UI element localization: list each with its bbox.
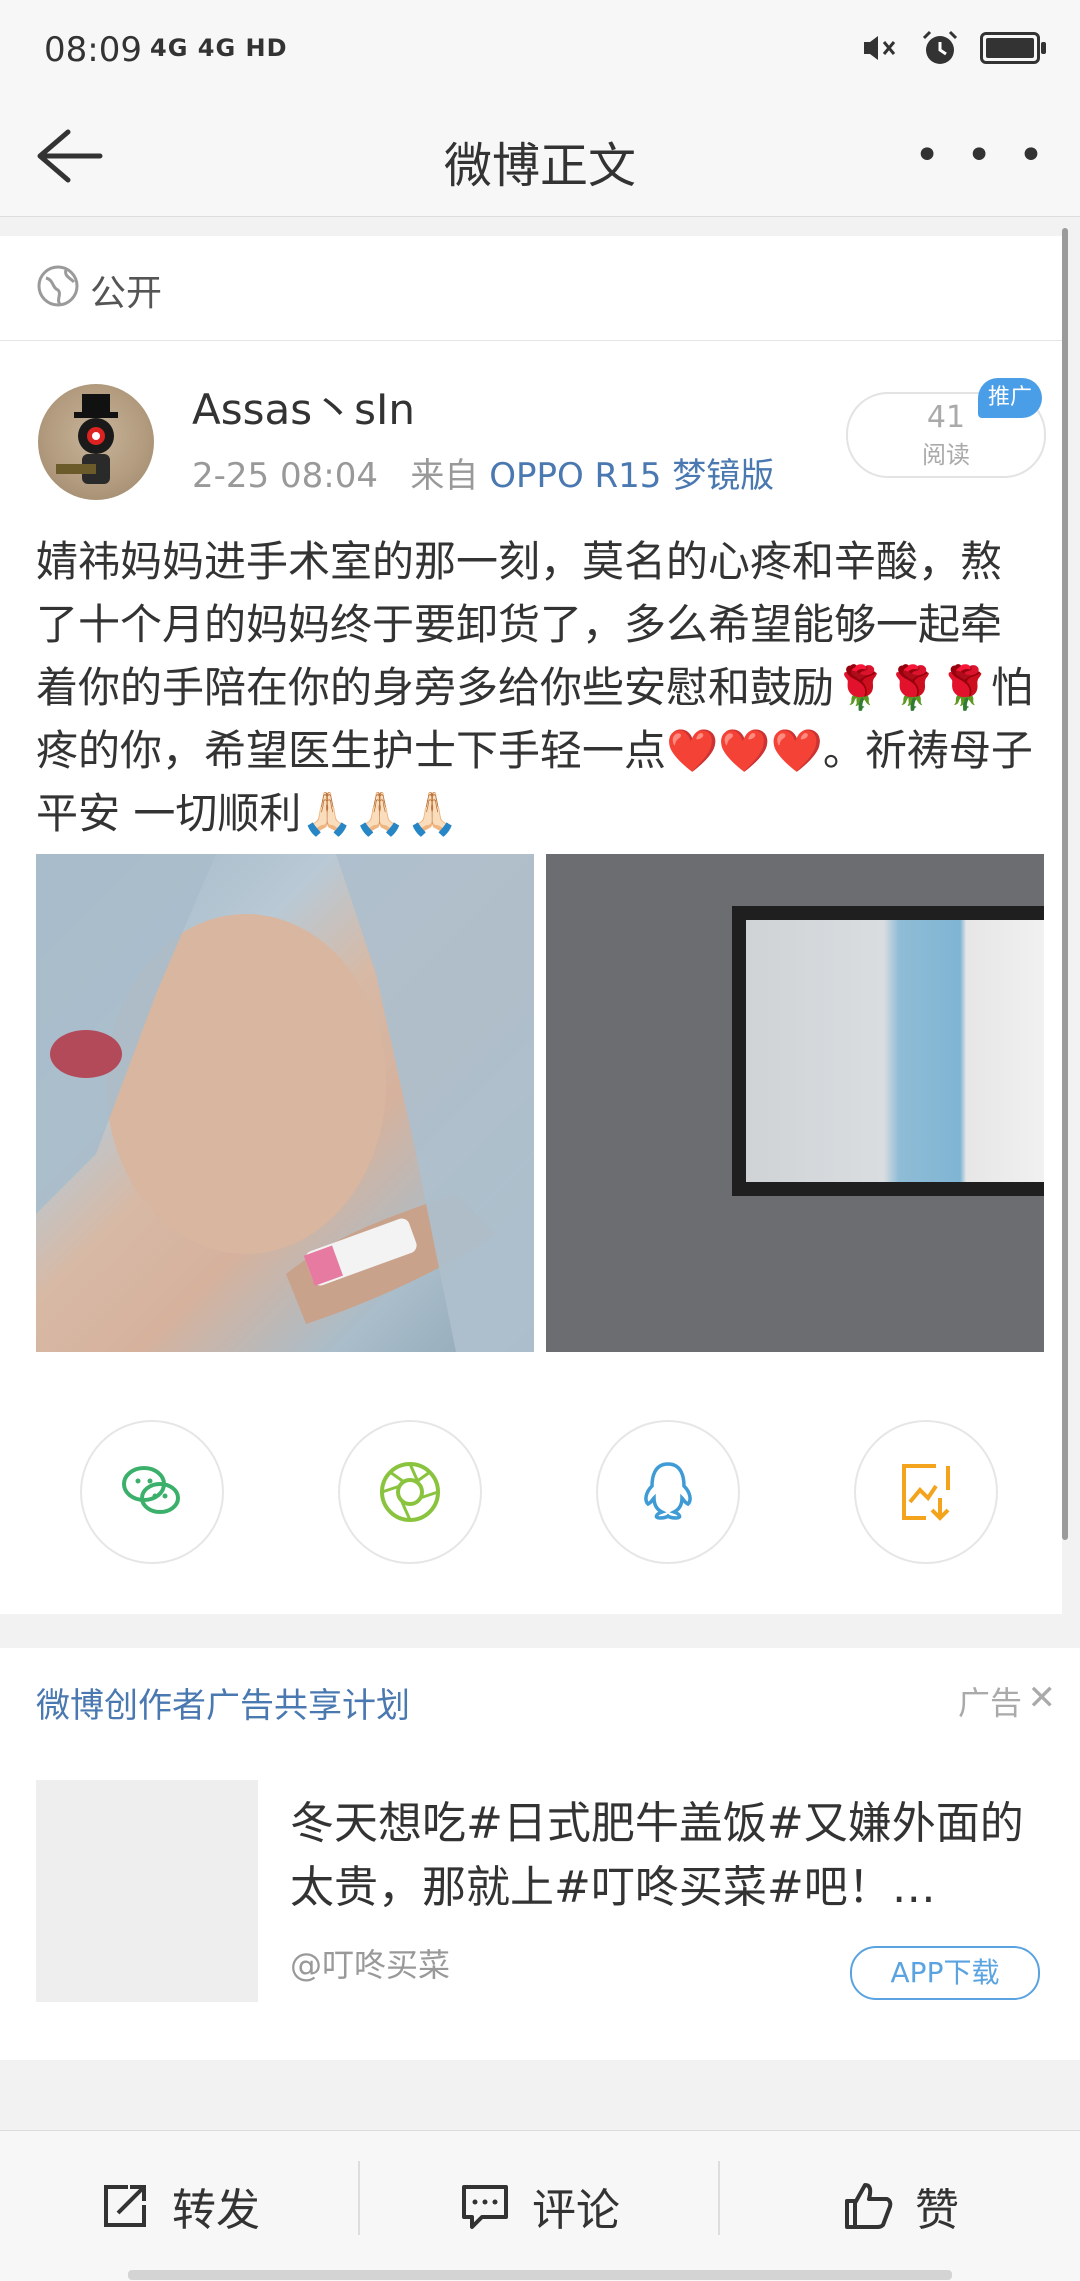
status-bar: 08:09 4G 4G HD bbox=[0, 0, 1080, 100]
repost-label: 转发 bbox=[172, 2185, 260, 2236]
scrollbar[interactable] bbox=[1062, 228, 1068, 1540]
post-card: 公开 Assas丶sIn 2-25 08:04 来自 OPPO R15 梦镜版 … bbox=[0, 236, 1062, 1614]
close-icon[interactable]: ✕ bbox=[1028, 1678, 1057, 1718]
visibility-label: 公开 bbox=[90, 273, 163, 314]
save-image-icon bbox=[902, 1464, 950, 1521]
comment-label: 评论 bbox=[532, 2185, 620, 2236]
post-meta: 2-25 08:04 来自 OPPO R15 梦镜版 bbox=[192, 448, 774, 497]
more-icon[interactable]: • • • bbox=[914, 130, 1050, 181]
battery-icon bbox=[980, 32, 1046, 64]
ad-card: 微博创作者广告共享计划 广告 ✕ 冬天想吃#日式肥牛盖饭#又嫌外面的太贵，那就上… bbox=[0, 1648, 1080, 2060]
source-prefix: 来自 bbox=[410, 456, 479, 496]
home-indicator bbox=[128, 2270, 952, 2280]
share-qq-button[interactable] bbox=[596, 1420, 740, 1564]
network-indicator: 4G 4G HD bbox=[150, 34, 288, 62]
operating-room-window bbox=[732, 906, 1044, 1196]
avatar[interactable] bbox=[38, 384, 154, 500]
post-image-1[interactable] bbox=[36, 854, 534, 1352]
username[interactable]: Assas丶sIn bbox=[192, 376, 415, 437]
ad-label: 广告 bbox=[957, 1684, 1022, 1722]
post-text: 婧祎妈妈进手术室的那一刻，莫名的心疼和辛酸，熬了十个月的妈妈终于要卸货了，多么希… bbox=[36, 537, 1033, 838]
avatar-figure-icon bbox=[56, 394, 118, 484]
qq-icon bbox=[644, 1462, 692, 1520]
share-wechat-button[interactable] bbox=[80, 1420, 224, 1564]
moments-icon bbox=[380, 1462, 440, 1522]
like-label: 赞 bbox=[915, 2185, 959, 2236]
app-download-button[interactable]: APP下载 bbox=[850, 1946, 1040, 2000]
comment-icon bbox=[462, 2185, 508, 2229]
post-image-2[interactable] bbox=[546, 854, 1044, 1352]
share-moments-button[interactable] bbox=[338, 1420, 482, 1564]
source-device[interactable]: OPPO R15 梦镜版 bbox=[489, 456, 774, 496]
ad-description[interactable]: 冬天想吃#日式肥牛盖饭#又嫌外面的太贵，那就上#叮咚买菜#吧！… bbox=[290, 1792, 1050, 1920]
repost-icon bbox=[104, 2185, 146, 2227]
save-image-button[interactable] bbox=[854, 1420, 998, 1564]
ad-handle[interactable]: @叮咚买菜 bbox=[290, 1940, 450, 1986]
hospital-gown-photo bbox=[36, 854, 534, 1352]
bottom-action-bar: 转发 评论 赞 bbox=[0, 2130, 1080, 2281]
thumbs-up-icon bbox=[845, 2183, 893, 2229]
like-button[interactable]: 赞 bbox=[720, 2131, 1080, 2281]
post-time: 2-25 08:04 bbox=[192, 456, 378, 496]
ad-program-link[interactable]: 微博创作者广告共享计划 bbox=[36, 1678, 410, 1727]
wechat-icon bbox=[122, 1466, 180, 1514]
ad-thumbnail[interactable] bbox=[36, 1780, 258, 2002]
promo-badge[interactable]: 推广 bbox=[978, 378, 1042, 418]
globe-icon bbox=[37, 265, 79, 307]
top-nav: 微博正文 • • • bbox=[0, 100, 1080, 217]
read-label: 阅读 bbox=[922, 441, 970, 469]
alarm-icon bbox=[922, 30, 958, 64]
visibility-row: 公开 bbox=[0, 236, 1062, 341]
status-icons bbox=[856, 26, 1046, 70]
comment-button[interactable]: 评论 bbox=[360, 2131, 718, 2281]
repost-button[interactable]: 转发 bbox=[0, 2131, 358, 2281]
status-time: 08:09 bbox=[44, 30, 142, 70]
mute-icon bbox=[864, 36, 896, 60]
